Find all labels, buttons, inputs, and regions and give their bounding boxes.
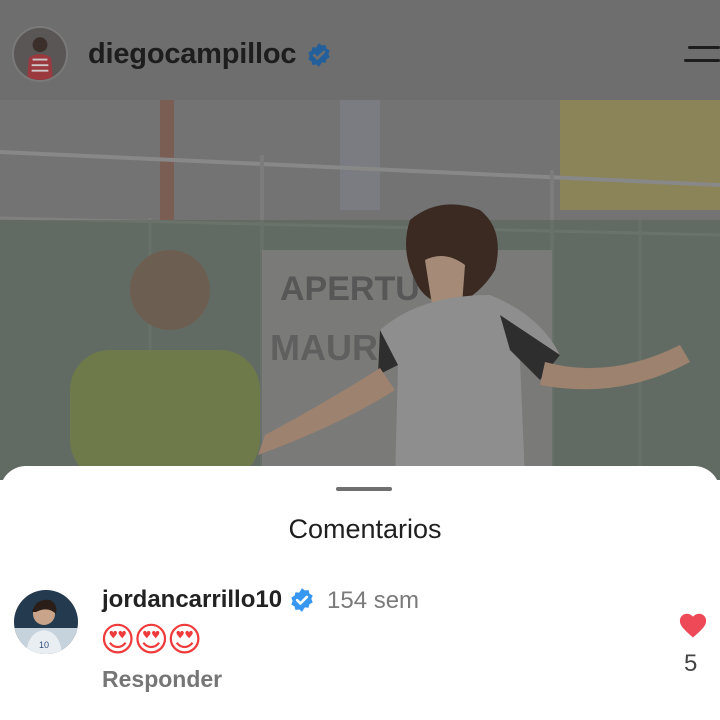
heart-icon[interactable] bbox=[678, 611, 708, 639]
comment-avatar[interactable]: 10 bbox=[14, 590, 78, 654]
svg-text:10: 10 bbox=[39, 640, 49, 650]
verified-badge-icon bbox=[291, 588, 313, 612]
comment-text: 😍😍😍 bbox=[100, 620, 202, 660]
profile-avatar[interactable] bbox=[12, 26, 68, 82]
header-username[interactable]: diegocampilloc bbox=[88, 38, 297, 71]
hamburger-menu-icon[interactable] bbox=[684, 42, 720, 66]
verified-badge-icon bbox=[308, 43, 330, 67]
post-photo: APERTU MAURO bbox=[0, 100, 720, 480]
reply-button[interactable]: Responder bbox=[102, 666, 222, 693]
sheet-title: Comentarios bbox=[288, 514, 442, 544]
comments-sheet: Comentarios 10 jordancarrillo10 154 sem … bbox=[0, 466, 720, 720]
comment-timestamp: 154 sem bbox=[327, 587, 420, 614]
like-count: 5 bbox=[684, 650, 698, 677]
svg-text:APERTU: APERTU bbox=[280, 270, 420, 308]
comment-username[interactable]: jordancarrillo10 bbox=[102, 586, 282, 614]
drag-handle[interactable] bbox=[336, 487, 392, 491]
post-header: diegocampilloc bbox=[0, 0, 720, 100]
